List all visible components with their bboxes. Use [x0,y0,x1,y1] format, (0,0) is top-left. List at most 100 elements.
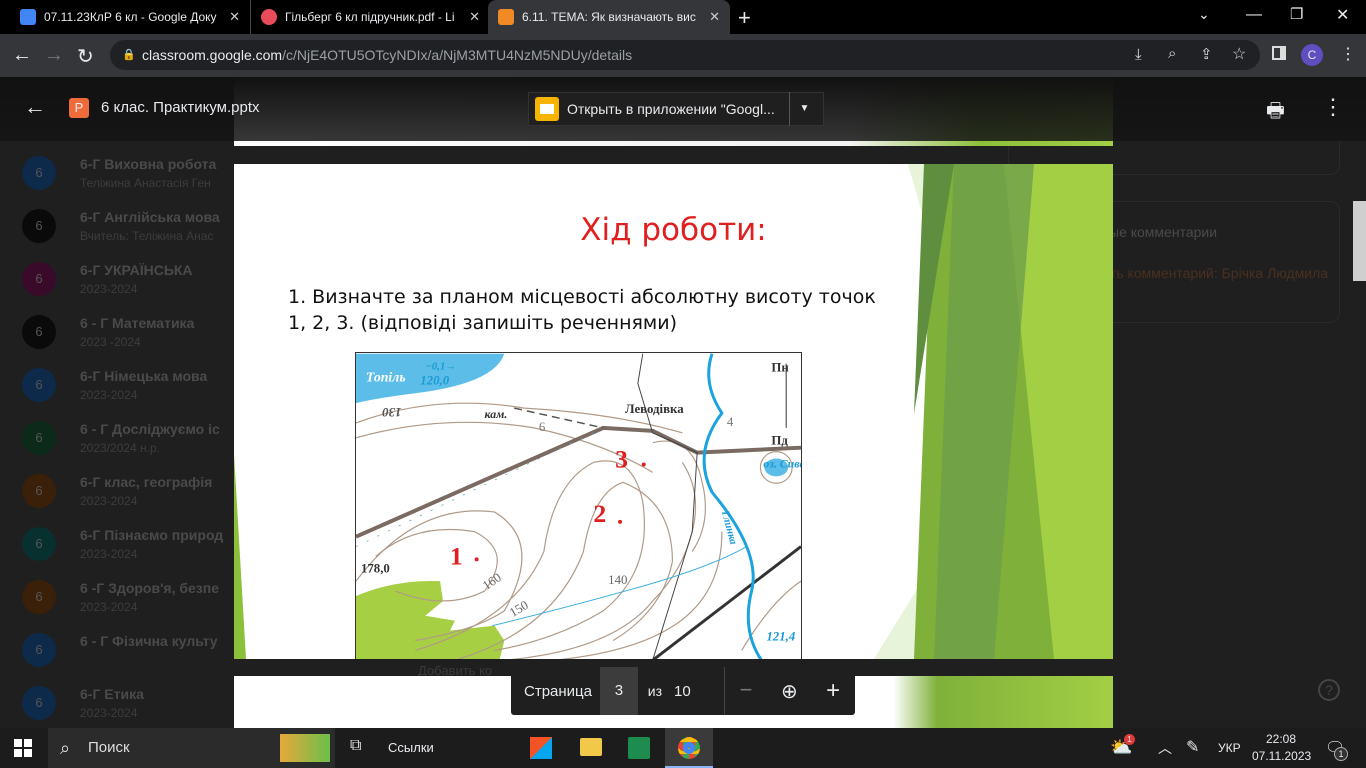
zoom-icon[interactable]: ⌕ [1168,45,1176,62]
zoom-icon[interactable]: ⊕ [767,679,811,704]
reload-button[interactable]: ↻ [77,44,94,69]
svg-text:4: 4 [727,415,734,429]
profile-avatar[interactable]: C [1301,44,1323,66]
tab-classroom[interactable]: 6.11. ТЕМА: Як визначають вис ✕ [488,0,730,34]
windows-taskbar: ⌕ Поиск ⧉ Ссылки ⛅ 1 ︿ ✎ УКР 22:08 07.11… [0,728,1366,768]
course-item[interactable]: 66 - Г Математика 2023 -2024 [22,315,234,368]
zoom-in-button[interactable]: + [811,677,855,705]
more-options-icon[interactable]: ⋮ [1322,94,1344,120]
pen-icon[interactable]: ✎ [1186,737,1199,757]
point-3-label: 3 [615,444,628,473]
links-toolbar[interactable]: Ссылки [388,740,434,755]
new-tab-button[interactable]: + [738,5,751,31]
course-avatar: 6 [22,368,56,402]
map-label-lake: Топіль [366,369,406,384]
course-item[interactable]: 6 6-Г Виховна робота Теліжина Анастасія Ге… [22,156,234,209]
point-1-label: 1 [450,541,463,570]
svg-text:140: 140 [608,573,627,587]
map-label-lake-syve: оз. Сиве [763,456,802,470]
language-indicator[interactable]: УКР [1218,741,1241,755]
clock[interactable]: 22:08 07.11.2023 [1252,731,1311,765]
bookmark-star-icon[interactable]: ☆ [1232,44,1246,64]
side-panel-icon[interactable] [1272,46,1286,60]
course-avatar: 6 [22,315,56,349]
svg-text:121,4: 121,4 [766,630,795,644]
google-docs-icon [20,9,36,25]
svg-text:−0,1→: −0,1→ [425,361,456,373]
address-bar[interactable]: 🔒 classroom.google.com/c/NjE4OTU5OTcyNDI… [110,40,1260,70]
search-icon: ⌕ [60,738,71,758]
forward-button[interactable]: → [44,44,64,67]
course-item[interactable]: 6 6-Г Пізнаємо природ 2023-2024 [22,527,234,580]
google-slides-icon [535,97,559,121]
course-avatar: 6 [22,262,56,296]
close-window-button[interactable]: ✕ [1336,5,1349,25]
print-icon[interactable]: 🖶 [1266,96,1285,130]
share-icon[interactable]: ⇪ [1200,45,1213,63]
restore-button[interactable]: ❐ [1290,5,1303,23]
open-with-dropdown-icon[interactable]: ▼ [789,92,819,126]
tab-search-chevron-icon[interactable]: ⌄ [1198,6,1210,23]
current-slide: Хід роботи: 1. Визначте за планом місцев… [234,164,1113,659]
windows-start-button[interactable] [14,739,32,757]
pptx-file-icon: P [69,98,89,118]
classroom-app-icon[interactable] [628,737,650,759]
taskbar-search-box[interactable]: ⌕ Поиск [48,728,335,768]
file-explorer-icon[interactable] [580,738,602,756]
course-item[interactable]: 6 6-Г клас, географія 2023-2024 [22,474,234,527]
tab-pdf[interactable]: Гільберг 6 кл підручник.pdf - Li ✕ [250,0,490,34]
course-item[interactable]: 66 - Г Фізична культу [22,633,234,686]
add-comment-link[interactable]: ть комментарий: Брічка Людмила [1109,260,1329,286]
close-tab-icon[interactable]: ✕ [709,9,720,25]
course-avatar: 6 [22,421,56,455]
install-icon[interactable]: ⤓ [1135,46,1142,63]
tab-google-docs[interactable]: 07.11.23КлР 6 кл - Google Доку ✕ [10,0,250,34]
svg-text:178,0: 178,0 [361,561,390,575]
course-avatar: 6 [22,686,56,720]
close-tab-icon[interactable]: ✕ [469,9,480,25]
course-item[interactable]: 66 -Г Здоров'я, безпе 2023-2024 [22,580,234,633]
map-label-village: Леводівка [625,402,684,416]
notification-count: 1 [1334,747,1348,761]
course-avatar: 6 [22,633,56,667]
microsoft-store-icon[interactable] [530,737,552,759]
course-avatar: 6 [22,474,56,508]
private-comments-title: ые комментарии [1109,224,1218,240]
close-tab-icon[interactable]: ✕ [229,9,240,25]
course-item[interactable]: 66 - Г Досліджуємо іс 2023/2024 н.р. [22,421,234,474]
page-number-input[interactable]: 3 [599,667,638,715]
course-avatar: 6 [22,527,56,561]
svg-text:Пн: Пн [771,361,789,375]
svg-text:160: 160 [480,570,504,593]
course-avatar: 6 [22,156,56,190]
menu-icon[interactable]: ⋮ [1340,44,1356,64]
lock-icon: 🔒 [122,49,136,61]
topographic-map: Топіль −0,1→ 120,0 130 кам. оз. Сиве Гли… [355,352,802,659]
svg-text:Пд: Пд [771,434,788,448]
chrome-taskbar-button[interactable] [665,728,713,768]
svg-text:120,0: 120,0 [420,373,449,387]
course-item[interactable]: 6 6-Г УКРАЇНСЬКА 2023-2024 [22,262,234,315]
svg-text:кам.: кам. [485,407,508,421]
course-avatar: 6 [22,209,56,243]
course-item[interactable]: 6 6-Г Німецька мова 2023-2024 [22,368,234,421]
scrollbar-thumb[interactable] [1353,201,1366,281]
back-button[interactable]: ← [12,44,32,67]
slide-instructions: 1. Визначте за планом місцевості абсолют… [288,286,876,334]
minimize-button[interactable]: — [1246,6,1262,24]
page-navigation-bar: Страница 3 из 10 − ⊕ + [511,667,855,715]
close-viewer-button[interactable]: ← [24,94,46,120]
classroom-assignment-icon [498,9,514,25]
file-name: 6 клас. Практикум.pptx [101,99,260,116]
help-icon[interactable]: ? [1318,679,1340,701]
task-view-icon[interactable]: ⧉ [350,737,361,755]
open-with-button[interactable]: Открыть в приложении "Googl... ▼ [528,92,824,126]
pdf-icon [261,9,277,25]
show-hidden-icons-chevron[interactable]: ︿ [1158,738,1172,758]
chrome-icon [678,737,700,759]
svg-text:130: 130 [382,405,402,419]
slide-title: Хід роботи: [580,212,767,248]
weather-badge: 1 [1124,734,1135,745]
zoom-out-button[interactable]: − [723,667,768,715]
course-item[interactable]: 6 6-Г Англійська мова Вчитель: Теліжина Ан… [22,209,234,262]
